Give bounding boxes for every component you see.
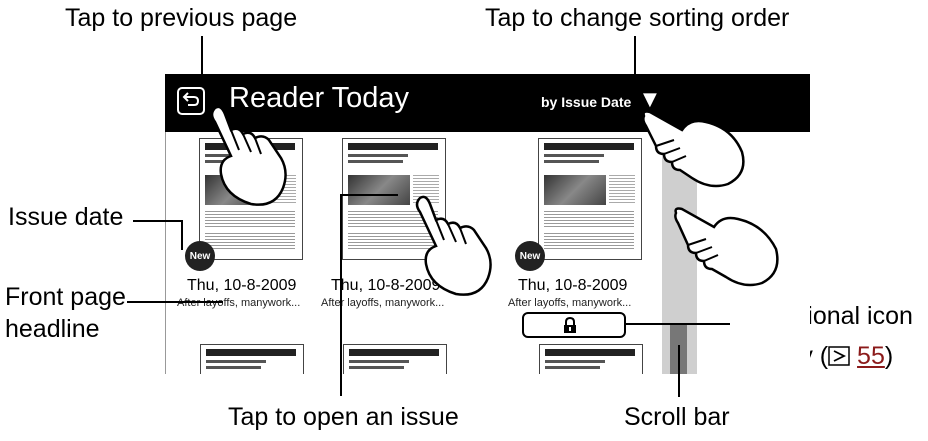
callout-previous-page: Tap to previous page	[65, 4, 298, 32]
issue-thumbnail[interactable]	[538, 138, 642, 260]
leader-line	[181, 220, 183, 250]
callout-front-page-headline-line1: Front page	[5, 283, 126, 311]
issue-date: Thu, 10-8-2009	[518, 277, 628, 294]
callout-scroll-bar: Scroll bar	[624, 403, 730, 431]
leader-line	[133, 220, 181, 222]
conditional-icon-display	[522, 312, 626, 338]
chevron-down-icon[interactable]: ▼	[643, 89, 657, 110]
callout-sorting-order: Tap to change sorting order	[485, 4, 790, 32]
leader-line	[340, 194, 342, 396]
front-page-headline: After layoffs, manywork...	[177, 297, 301, 309]
issue-thumbnail[interactable]	[539, 344, 643, 374]
page-reference-link[interactable]: 55	[857, 342, 885, 370]
callout-front-page-headline-line2: headline	[5, 315, 100, 343]
front-page-headline: After layoffs, manywork...	[508, 297, 632, 309]
leader-line	[201, 36, 203, 84]
callout-issue-date: Issue date	[8, 203, 124, 231]
issue-thumbnail[interactable]	[343, 344, 447, 374]
back-button[interactable]	[177, 87, 205, 115]
lock-icon	[562, 316, 578, 338]
hand-pointer-icon	[642, 110, 745, 188]
leader-line	[626, 323, 730, 325]
issue-thumbnail[interactable]	[200, 344, 304, 374]
new-badge: New	[515, 241, 545, 271]
hand-pointer-icon	[210, 105, 287, 206]
leader-line	[127, 301, 223, 303]
leader-line	[678, 345, 680, 397]
leader-line	[634, 36, 636, 86]
callout-conditional-icon-close: )	[884, 342, 894, 370]
hand-pointer-icon	[674, 207, 779, 287]
leader-line	[340, 194, 398, 196]
sort-order-label[interactable]: by Issue Date	[541, 94, 631, 110]
hand-pointer-icon	[415, 195, 492, 296]
callout-open-issue: Tap to open an issue	[228, 403, 459, 431]
page-reference-arrow-icon	[828, 342, 850, 370]
new-badge: New	[185, 241, 215, 271]
back-arrow-icon	[182, 91, 200, 111]
issue-date: Thu, 10-8-2009	[187, 277, 297, 294]
